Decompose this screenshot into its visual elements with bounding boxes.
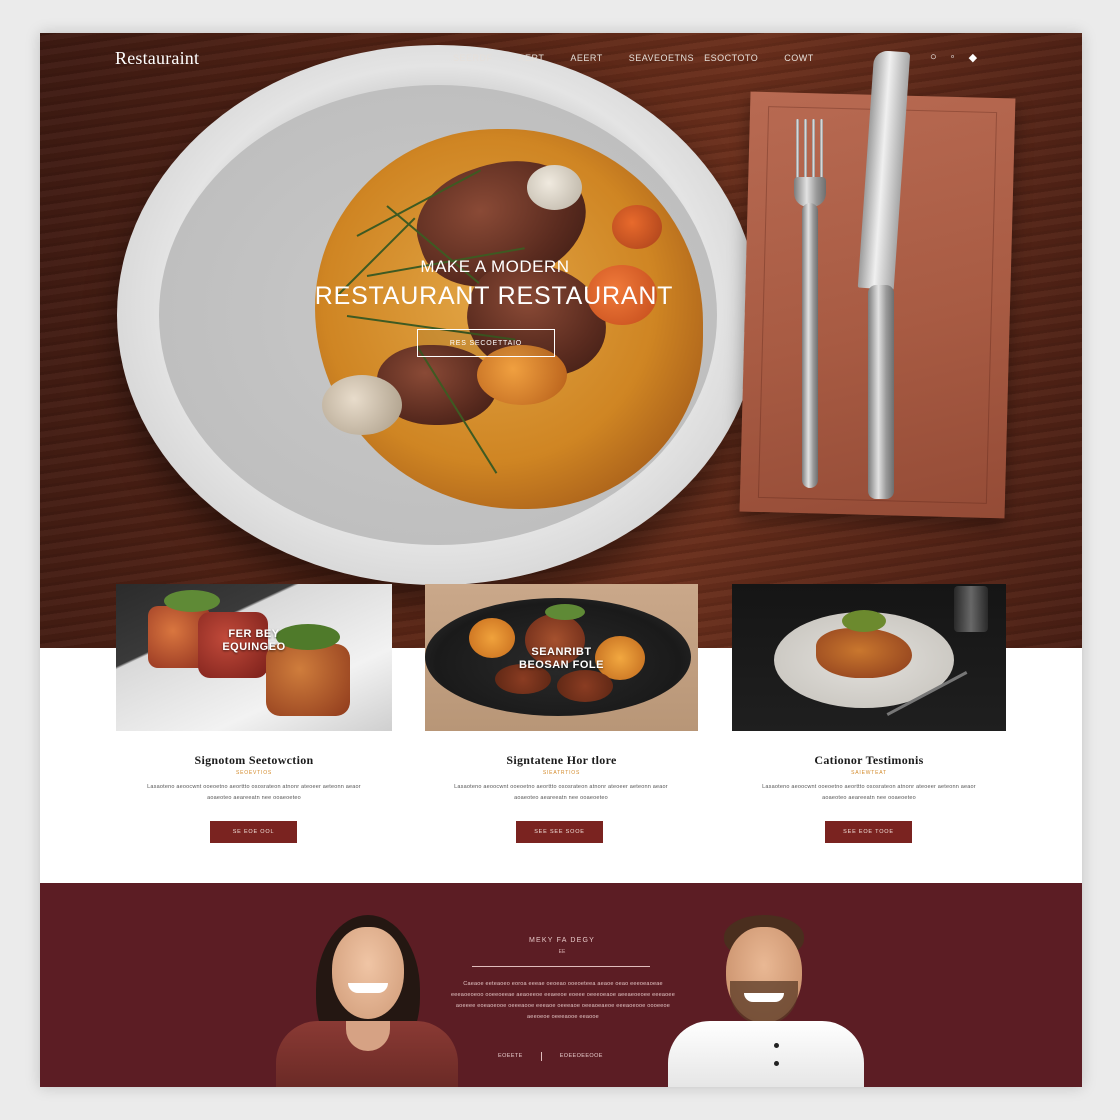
brand-logo[interactable]: Restauraint	[115, 48, 199, 69]
dish-tag: SIEATRTIOS	[542, 770, 581, 776]
dish-title: Signotom Seetowction	[194, 753, 314, 767]
nav-link[interactable]: SEERDF	[453, 53, 493, 63]
dish-card: Cationor Testimonis SAIEWTEAT Lasaoteno …	[732, 584, 1006, 854]
dish-description: Lasaoteno aeoocwnt ooeoetno aeorttto oso…	[147, 784, 361, 801]
team-subheading: EE	[558, 949, 566, 955]
restaurant-landing-page: Restauraint SEERDF AERT AEERT SEAVEOETNS…	[40, 33, 1082, 1087]
dish-card-button[interactable]: SEE EOE TOOE	[825, 821, 912, 843]
dish-title: Signtatene Hor tlore	[506, 753, 617, 767]
dish-tag: SAIEWTEAT	[851, 770, 887, 776]
dish-card-button[interactable]: SEE SEE SOOE	[516, 821, 603, 843]
hero-kicker: MAKE A MODERN	[420, 257, 570, 276]
top-navigation: Restauraint SEERDF AERT AEERT SEAVEOETNS…	[40, 33, 1082, 83]
nav-link[interactable]: ESOCTOTO	[704, 53, 758, 63]
team-meta-left[interactable]: EOEETE	[498, 1053, 523, 1061]
dish-image-caption: EQUINGEO	[222, 641, 286, 653]
divider	[540, 1052, 542, 1061]
nav-link[interactable]: AERT	[519, 53, 545, 63]
nav-icons: ○ ◦ ◆	[930, 51, 977, 64]
team-description: Caeaoe eeteaoeo eoroa eeeae oeoeao ooeoe…	[451, 981, 675, 1020]
team-member-photo	[272, 909, 462, 1087]
nav-link[interactable]: COWT	[784, 53, 814, 63]
dish-title: Cationor Testimonis	[814, 753, 924, 767]
team-heading: MEKY FA DEGY	[528, 937, 595, 944]
dish-description: Lasaoteno aeoocwnt ooeoetno aeorttto oso…	[454, 784, 668, 801]
dish-description: Lasaoteno aeoocwnt ooeoetno aeorttto oso…	[762, 784, 976, 801]
hero-title: RESTAURANT RESTAURANT	[314, 282, 674, 310]
team-meta: EOEETE EOEEOEEOOE	[498, 1052, 603, 1061]
hero-cta-button[interactable]: RES SECOETTAIO	[417, 329, 555, 357]
cart-icon[interactable]: ◆	[969, 51, 977, 64]
featured-dishes: FER BEY EQUINGEO Signotom Seetowction SE…	[116, 584, 1006, 854]
nav-link[interactable]: SEAVEOETNS	[629, 53, 694, 63]
team-meta-right[interactable]: EOEEOEEOOE	[560, 1053, 603, 1061]
dish-image: SEANRIBT BEOSAN FOLE	[425, 584, 698, 731]
nav-links: SEERDF AERT AEERT SEAVEOETNS ESOCTOTO CO…	[453, 53, 840, 63]
hero-plate-image	[117, 45, 759, 585]
dish-image: FER BEY EQUINGEO	[116, 584, 392, 731]
divider	[472, 966, 650, 967]
team-member-photo	[664, 911, 868, 1087]
dish-image-caption: BEOSAN FOLE	[519, 659, 604, 671]
user-icon[interactable]: ◦	[951, 51, 955, 64]
dish-tag: SEOEVTIOS	[235, 770, 273, 776]
dish-image-caption: FER BEY	[228, 628, 280, 640]
dish-card: SEANRIBT BEOSAN FOLE Signtatene Hor tlor…	[425, 584, 698, 854]
hero-section: Restauraint SEERDF AERT AEERT SEAVEOETNS…	[40, 33, 1082, 648]
dish-image-caption: SEANRIBT	[531, 646, 592, 658]
nav-link[interactable]: AEERT	[570, 53, 602, 63]
dish-image	[732, 584, 1006, 731]
search-icon[interactable]: ○	[930, 51, 937, 64]
team-section: MEKY FA DEGY EE Caeaoe eeteaoeo eoroa ee…	[40, 883, 1082, 1087]
dish-card-button[interactable]: SE EOE OOL	[210, 821, 297, 843]
dish-card: FER BEY EQUINGEO Signotom Seetowction SE…	[116, 584, 392, 854]
